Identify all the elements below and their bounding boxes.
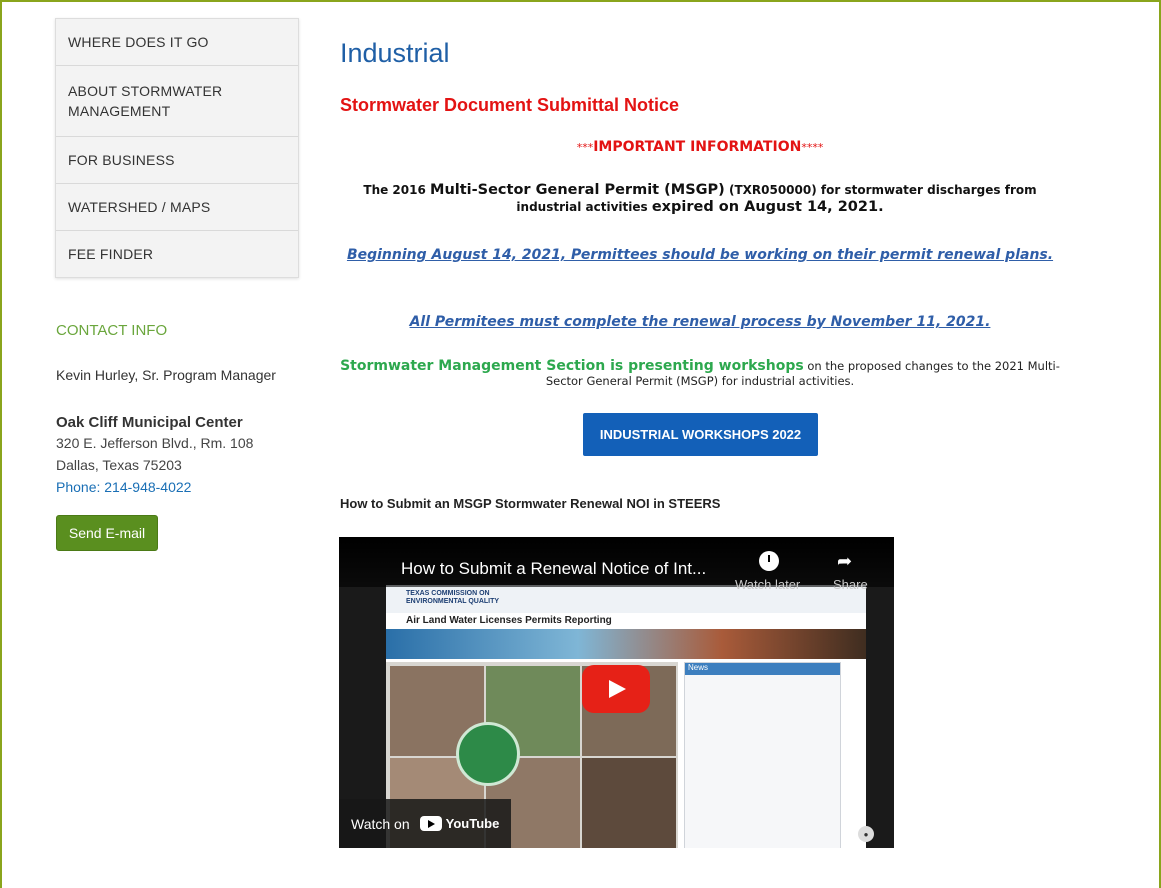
share-label[interactable]: Share [833,577,868,592]
thumbnail-news-panel: News [684,662,841,848]
important-text: IMPORTANT INFORMATION [593,139,802,155]
address-line-1: 320 E. Jefferson Blvd., Rm. 108 [56,435,254,451]
watch-on-label: Watch on [351,815,410,832]
thumbnail-hero-banner [386,629,866,659]
thumbnail-org-name: TEXAS COMMISSION ON ENVIRONMENTAL QUALIT… [406,590,499,606]
watch-later-icon[interactable] [759,551,779,571]
page-title: Industrial [340,38,450,68]
renewal-deadline-link[interactable]: All Permitees must complete the renewal … [340,314,1060,330]
sidebar-item-watershed-maps[interactable]: WATERSHED / MAPS [56,184,298,231]
workshops-notice: Stormwater Management Section is present… [340,359,1060,389]
contact-name: Kevin Hurley, Sr. Program Manager [56,367,276,383]
thumbnail-news-heading: News [685,663,840,675]
youtube-logo: YouTube [419,816,500,831]
office-name: Oak Cliff Municipal Center [56,414,243,431]
sidebar-nav: WHERE DOES IT GO ABOUT STORMWATER MANAGE… [55,18,299,278]
share-icon[interactable]: ➦ [837,551,857,571]
msgp-notice: The 2016 Multi-Sector General Permit (MS… [340,182,1060,216]
phone-link[interactable]: Phone: 214-948-4022 [56,479,191,495]
thumbnail-photo [582,758,676,848]
thumbnail-org-line-1: TEXAS COMMISSION ON [406,590,490,597]
thumbnail-org-line-2: ENVIRONMENTAL QUALITY [406,598,500,605]
industrial-workshops-button[interactable]: INDUSTRIAL WORKSHOPS 2022 [583,413,818,456]
thumbnail-nav: Air Land Water Licenses Permits Reportin… [406,615,612,626]
sidebar-item-about-stormwater[interactable]: ABOUT STORMWATER MANAGEMENT [56,66,298,137]
channel-avatar-icon: ● [858,826,874,842]
youtube-wordmark: YouTube [445,816,500,831]
send-email-button[interactable]: Send E-mail [56,515,158,551]
address-line-2: Dallas, Texas 75203 [56,457,182,473]
important-suffix: **** [801,141,824,154]
msgp-part-2: Multi-Sector General Permit (MSGP) [430,182,725,198]
msgp-part-5: . [878,199,884,215]
watch-on-youtube-button[interactable]: Watch on YouTube [339,799,511,848]
sidebar-item-for-business[interactable]: FOR BUSINESS [56,137,298,184]
notice-title: Stormwater Document Submittal Notice [340,95,680,115]
renewal-plans-link[interactable]: Beginning August 14, 2021, Permittees sh… [340,247,1060,264]
important-prefix: *** [576,141,594,154]
msgp-part-1: The 2016 [363,183,431,197]
video-title[interactable]: How to Submit a Renewal Notice of Int... [401,559,706,579]
watch-later-label[interactable]: Watch later [735,577,800,592]
important-banner: ***IMPORTANT INFORMATION**** [340,139,1060,155]
howto-heading: How to Submit an MSGP Stormwater Renewal… [340,496,721,511]
contact-heading: CONTACT INFO [56,322,168,339]
sidebar-item-where-does-it-go[interactable]: WHERE DOES IT GO [56,19,298,66]
msgp-part-4: expired on August 14, 2021 [651,199,879,215]
youtube-play-icon [419,816,442,831]
workshops-green-text: Stormwater Management Section is present… [340,358,804,374]
video-embed[interactable]: TEXAS COMMISSION ON ENVIRONMENTAL QUALIT… [339,537,894,848]
sidebar-item-fee-finder[interactable]: FEE FINDER [56,231,298,277]
play-button-icon[interactable] [582,665,650,713]
celebration-seal-icon [456,722,520,786]
